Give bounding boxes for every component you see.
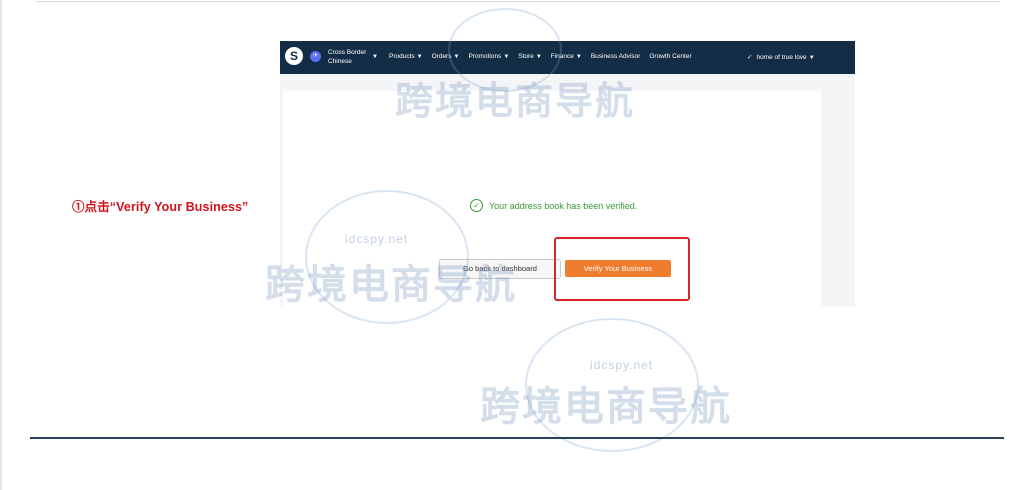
nav-item-growth-center[interactable]: Growth Center xyxy=(649,53,691,60)
chevron-down-icon: ▼ xyxy=(535,53,542,60)
user-menu[interactable]: ✓ home of true love ▼ xyxy=(747,53,815,61)
user-label: home of true love xyxy=(756,54,807,61)
nav-item-business-advisor[interactable]: Business Advisor xyxy=(591,53,641,60)
app-screenshot: S ✈ Cross Border Chinese ▼ Products ▼ Ord… xyxy=(280,41,855,307)
watermark-site: idcspy.net xyxy=(590,358,654,372)
nav-item-promotions[interactable]: Promotions ▼ xyxy=(468,53,509,60)
nav-item-orders[interactable]: Orders ▼ xyxy=(432,53,460,60)
top-divider xyxy=(36,1,1000,2)
chevron-down-icon: ▼ xyxy=(575,53,582,60)
store-name[interactable]: Cross Border Chinese xyxy=(328,48,372,66)
nav-item-finance[interactable]: Finance ▼ xyxy=(551,53,582,60)
nav-menu: Products ▼ Orders ▼ Promotions ▼ Store ▼ Fin… xyxy=(389,53,692,60)
go-back-dashboard-button[interactable]: Go back to dashboard xyxy=(439,259,561,279)
chevron-down-icon: ▼ xyxy=(808,55,815,61)
nav-item-store[interactable]: Store ▼ xyxy=(518,53,542,60)
left-border xyxy=(0,0,2,490)
bottom-divider xyxy=(30,437,1004,439)
chevron-down-icon: ▼ xyxy=(453,53,460,60)
app-logo[interactable]: S xyxy=(285,47,303,65)
content-panel: ✓ Your address book has been verified. G… xyxy=(283,91,821,307)
store-avatar-icon: ✈ xyxy=(310,51,321,62)
verified-text: Your address book has been verified. xyxy=(489,200,638,211)
nav-item-products[interactable]: Products ▼ xyxy=(389,53,423,60)
check-circle-icon: ✓ xyxy=(470,199,483,212)
watermark-logo-circle xyxy=(525,318,699,452)
chevron-down-icon[interactable]: ▼ xyxy=(372,54,378,60)
check-icon: ✓ xyxy=(747,54,753,61)
chevron-down-icon: ▼ xyxy=(503,53,510,60)
verified-message: ✓ Your address book has been verified. xyxy=(470,199,637,212)
chevron-down-icon: ▼ xyxy=(416,53,423,60)
verify-business-button[interactable]: Verify Your Business xyxy=(565,260,671,277)
instruction-annotation: ①点击“Verify Your Business” xyxy=(72,200,249,214)
watermark-text: 跨境电商导航 xyxy=(480,385,732,429)
top-navbar: S ✈ Cross Border Chinese ▼ Products ▼ Ord… xyxy=(280,41,855,74)
